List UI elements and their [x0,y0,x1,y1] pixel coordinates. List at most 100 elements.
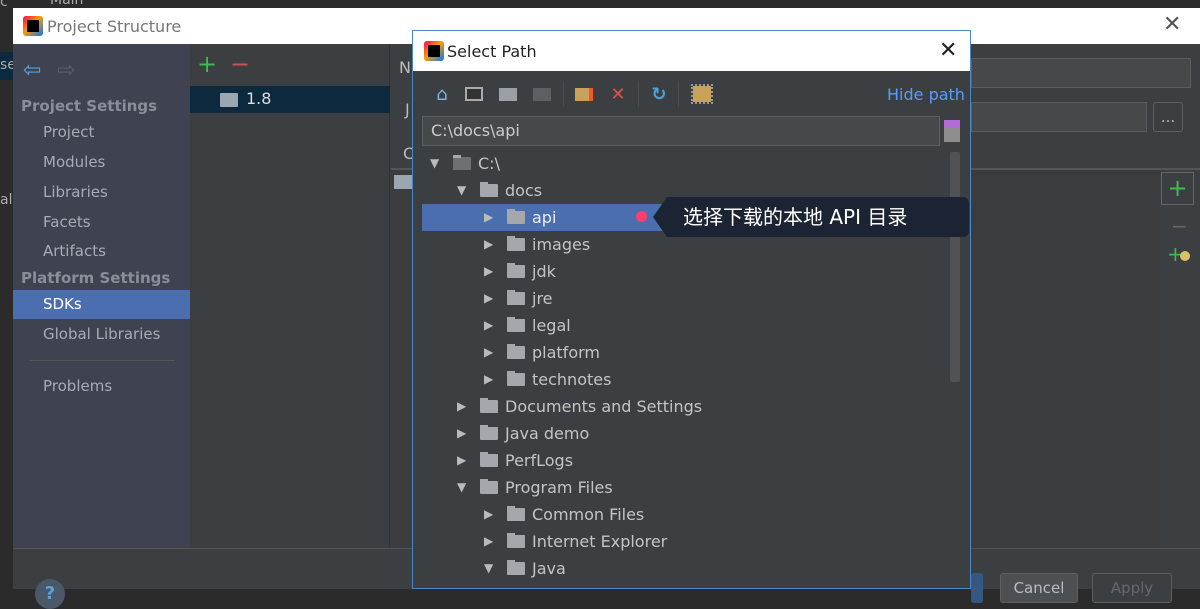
tree-node-label: platform [532,343,600,362]
sidebar-item-libraries[interactable]: Libraries [13,180,190,205]
tree-node[interactable]: ▶ technotes [422,366,948,393]
folder-icon [507,371,525,386]
sidebar-item-global-libraries[interactable]: Global Libraries [13,322,190,347]
collapsed-arrow-icon[interactable]: ▶ [484,258,493,285]
collapsed-arrow-icon[interactable]: ▶ [484,339,493,366]
hide-path-link[interactable]: Hide path [887,85,965,104]
show-hidden-icon[interactable] [691,83,713,105]
folder-icon [507,506,525,521]
tree-node[interactable]: ▶ legal [422,312,948,339]
folder-icon [507,317,525,332]
expanded-arrow-icon[interactable]: ▼ [430,150,439,177]
expanded-arrow-icon[interactable]: ▼ [457,474,466,501]
new-folder-icon[interactable] [497,83,519,105]
tree-node-label: docs [505,181,543,200]
tree-node-label: Documents and Settings [505,397,703,416]
tree-node-label: jdk [532,262,556,281]
sidebar-item-facets[interactable]: Facets [13,210,190,235]
sdk-list-panel: + − 1.8 [190,44,390,548]
tree-node[interactable]: ▶ jdk [422,258,948,285]
tree-node-label: legal [532,316,571,335]
tree-node[interactable]: ▶ Common Files [422,501,948,528]
tree-scrollbar[interactable] [950,152,960,382]
collapsed-arrow-icon[interactable]: ▶ [457,420,466,447]
folder-icon [507,290,525,305]
annotation-text: 选择下载的本地 API 目录 [683,205,908,229]
sdk-list-item[interactable]: 1.8 [190,86,390,113]
tree-node[interactable]: ▶ PerfLogs [422,447,948,474]
project-settings-header: Project Settings [21,97,158,115]
path-input[interactable]: C:\docs\api [422,116,940,146]
tree-node-label: api [532,208,557,227]
tree-node[interactable]: ▶ Java demo [422,420,948,447]
collapsed-arrow-icon[interactable]: ▶ [457,393,466,420]
sidebar-item-project[interactable]: Project [13,120,190,145]
download-icon[interactable] [944,120,960,142]
sidebar-item-problems[interactable]: Problems [13,374,190,399]
collapsed-arrow-icon[interactable]: ▶ [484,366,493,393]
close-icon[interactable]: ✕ [939,38,957,63]
ok-button-edge[interactable] [971,573,983,603]
add-url-icon[interactable]: + [1167,242,1190,266]
collapsed-arrow-icon[interactable]: ▶ [484,231,493,258]
expanded-arrow-icon[interactable]: ▼ [484,555,493,582]
remove-icon[interactable]: − [230,52,250,76]
browse-button[interactable]: ... [1153,102,1183,132]
remove-path-icon[interactable]: − [1171,214,1188,238]
expanded-arrow-icon[interactable]: ▼ [457,177,466,204]
close-icon[interactable]: ✕ [1163,12,1181,37]
sidebar-item-artifacts[interactable]: Artifacts [13,239,190,264]
folder-icon [507,560,525,575]
tree-node-label: C:\ [478,154,500,173]
name-field[interactable] [971,58,1191,88]
add-icon[interactable]: + [197,52,217,76]
tree-node-label: Java demo [505,424,590,443]
sdk-name: 1.8 [246,89,272,108]
tree-node[interactable]: ▶ platform [422,339,948,366]
folder-star-icon[interactable] [573,83,595,105]
folder-icon [507,344,525,359]
sidebar-item-modules[interactable]: Modules [13,150,190,175]
collapsed-arrow-icon[interactable]: ▶ [457,447,466,474]
path-value: C:\docs\api [431,121,520,140]
collapsed-arrow-icon[interactable]: ▶ [484,501,493,528]
platform-settings-header: Platform Settings [21,269,171,287]
window-title: Project Structure [47,16,182,36]
collapsed-arrow-icon[interactable]: ▶ [484,204,493,231]
divider [29,360,175,361]
apply-button[interactable]: Apply [1092,573,1172,603]
background-text: Main [50,0,84,8]
tree-node[interactable]: ▼ C:\ [422,150,948,177]
folder-icon [507,533,525,548]
folder-icon [507,236,525,251]
help-button[interactable]: ? [35,579,65,609]
annotation-callout: 选择下载的本地 API 目录 [653,197,969,237]
dialog-title-bar: Select Path [413,31,970,71]
tree-node[interactable]: ▼ Java [422,555,948,582]
folder-icon [480,425,498,440]
folder-icon [480,452,498,467]
tree-node[interactable]: ▼ Program Files [422,474,948,501]
cancel-button[interactable]: Cancel [1000,573,1078,603]
delete-icon[interactable]: ✕ [607,83,629,105]
tree-node[interactable]: ▶ jre [422,285,948,312]
collapsed-arrow-icon[interactable]: ▶ [484,285,493,312]
folder-icon [507,263,525,278]
add-path-button[interactable]: + [1161,172,1194,205]
collapse-icon[interactable] [531,83,553,105]
forward-arrow-icon[interactable]: ⇨ [57,58,75,83]
folder-icon [480,479,498,494]
back-arrow-icon[interactable]: ⇦ [23,58,41,83]
select-path-dialog: Select Path ✕ ⌂ ✕ ↻ Hide path C:\docs\ap… [412,30,971,589]
tree-node[interactable]: ▶ Documents and Settings [422,393,948,420]
collapsed-arrow-icon[interactable]: ▶ [484,528,493,555]
dialog-title: Select Path [447,41,537,61]
refresh-icon[interactable]: ↻ [648,83,670,105]
tree-node[interactable]: ▶ Internet Explorer [422,528,948,555]
intellij-logo-icon [424,41,444,61]
sidebar-item-sdks[interactable]: SDKs [13,290,190,319]
collapsed-arrow-icon[interactable]: ▶ [484,312,493,339]
desktop-icon[interactable] [463,83,485,105]
home-icon[interactable]: ⌂ [431,83,453,105]
jdk-home-field[interactable] [971,102,1147,132]
